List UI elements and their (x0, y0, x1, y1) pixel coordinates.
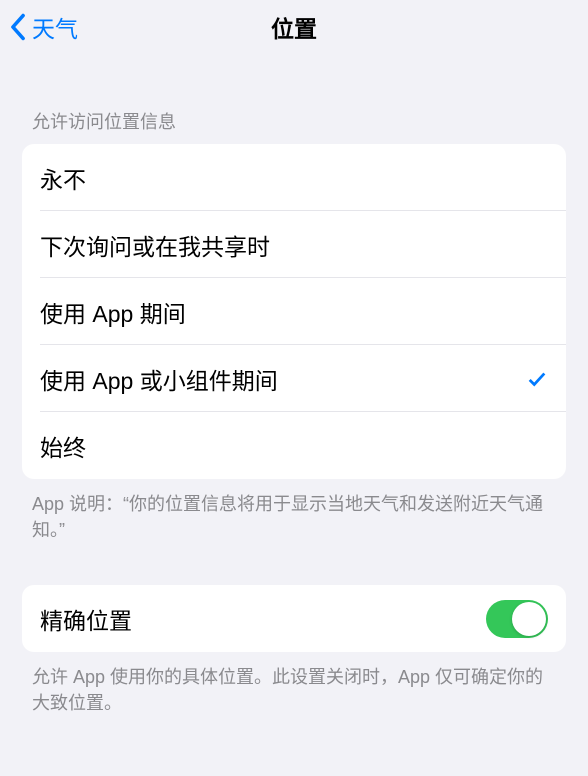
section-footer-precise: 允许 App 使用你的具体位置。此设置关闭时，App 仅可确定你的大致位置。 (0, 652, 588, 716)
option-while-using-app[interactable]: 使用 App 期间 (22, 278, 566, 345)
checkmark-icon (526, 368, 548, 390)
page-title: 位置 (271, 10, 317, 44)
precise-location-group: 精确位置 (22, 585, 566, 652)
toggle-knob (512, 602, 546, 636)
chevron-left-icon (10, 13, 26, 41)
section-footer-app-explanation: App 说明：“你的位置信息将用于显示当地天气和发送附近天气通知。” (0, 479, 588, 543)
precise-location-label: 精确位置 (40, 602, 132, 636)
option-ask-next-time[interactable]: 下次询问或在我共享时 (22, 211, 566, 278)
location-access-options: 永不 下次询问或在我共享时 使用 App 期间 使用 App 或小组件期间 始终 (22, 144, 566, 479)
option-label: 永不 (40, 161, 86, 195)
navigation-bar: 天气 位置 (0, 0, 588, 54)
option-never[interactable]: 永不 (22, 144, 566, 211)
section-header-location-access: 允许访问位置信息 (0, 108, 588, 134)
back-label: 天气 (32, 10, 78, 44)
option-while-using-app-or-widgets[interactable]: 使用 App 或小组件期间 (22, 345, 566, 412)
back-button[interactable]: 天气 (0, 10, 78, 44)
option-label: 使用 App 或小组件期间 (40, 362, 278, 396)
precise-location-row[interactable]: 精确位置 (22, 585, 566, 652)
precise-location-toggle[interactable] (486, 600, 548, 638)
option-label: 下次询问或在我共享时 (40, 228, 270, 262)
option-label: 使用 App 期间 (40, 295, 186, 329)
option-label: 始终 (40, 429, 86, 463)
option-always[interactable]: 始终 (22, 412, 566, 479)
